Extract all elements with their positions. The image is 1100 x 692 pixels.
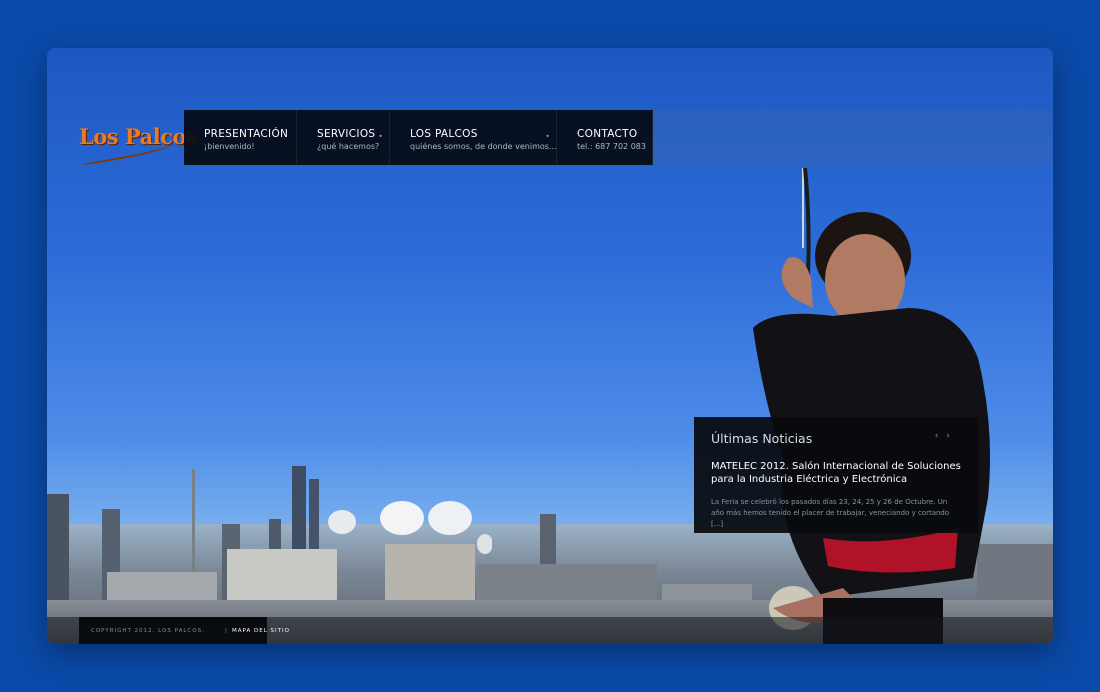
sommelier-photo xyxy=(753,168,991,644)
footer: COPYRIGHT 2012. LOS PALCOS. | MAPA DEL S… xyxy=(79,617,289,644)
nav-item-subtitle: ¿qué hacemos? xyxy=(317,142,380,151)
news-heading: Últimas Noticias xyxy=(711,431,813,446)
copyright-text: COPYRIGHT 2012. LOS PALCOS. xyxy=(91,628,205,634)
nav-item-subtitle: quiénes somos, de donde venimos... xyxy=(410,142,557,151)
nav-item-title: CONTACTO xyxy=(577,128,638,140)
nav-item-title: SERVICIOS xyxy=(317,128,376,140)
nav-item-title: LOS PALCOS xyxy=(410,128,478,140)
sitemap-link[interactable]: MAPA DEL SITIO xyxy=(232,628,290,634)
footer-separator: | xyxy=(225,628,228,634)
nav-item-servicios[interactable]: SERVICIOS ¿qué hacemos? • xyxy=(297,110,390,165)
site-logo[interactable]: Los Palcos xyxy=(79,120,198,166)
satellite-dishes xyxy=(328,501,492,554)
nav-item-presentacion[interactable]: PRESENTACIÓN ¡bienvenido! xyxy=(184,110,297,165)
site-frame: Los Palcos PRESENTACIÓN ¡bienvenido! SER… xyxy=(47,48,1053,644)
news-pager: ‹› xyxy=(935,431,958,441)
latest-news-panel: Últimas Noticias ‹› MATELEC 2012. Salón … xyxy=(694,417,978,533)
nav-bar-extension xyxy=(653,110,1053,165)
chevron-right-icon[interactable]: › xyxy=(946,431,958,441)
news-excerpt: La Feria se celebró los pasados días 23,… xyxy=(711,498,950,528)
nav-item-title: PRESENTACIÓN xyxy=(204,128,289,140)
news-title-link[interactable]: MATELEC 2012. Salón Internacional de Sol… xyxy=(711,460,961,486)
nav-item-los-palcos[interactable]: LOS PALCOS quiénes somos, de donde venim… xyxy=(390,110,557,165)
dropdown-dot-icon: • xyxy=(378,132,383,141)
chevron-left-icon[interactable]: ‹ xyxy=(935,431,947,441)
main-navigation: PRESENTACIÓN ¡bienvenido! SERVICIOS ¿qué… xyxy=(184,110,653,165)
nav-item-subtitle: tel.: 687 702 083 xyxy=(577,142,646,151)
dropdown-dot-icon: • xyxy=(545,132,550,141)
nav-item-subtitle: ¡bienvenido! xyxy=(204,142,255,151)
nav-item-contacto[interactable]: CONTACTO tel.: 687 702 083 xyxy=(557,110,653,165)
